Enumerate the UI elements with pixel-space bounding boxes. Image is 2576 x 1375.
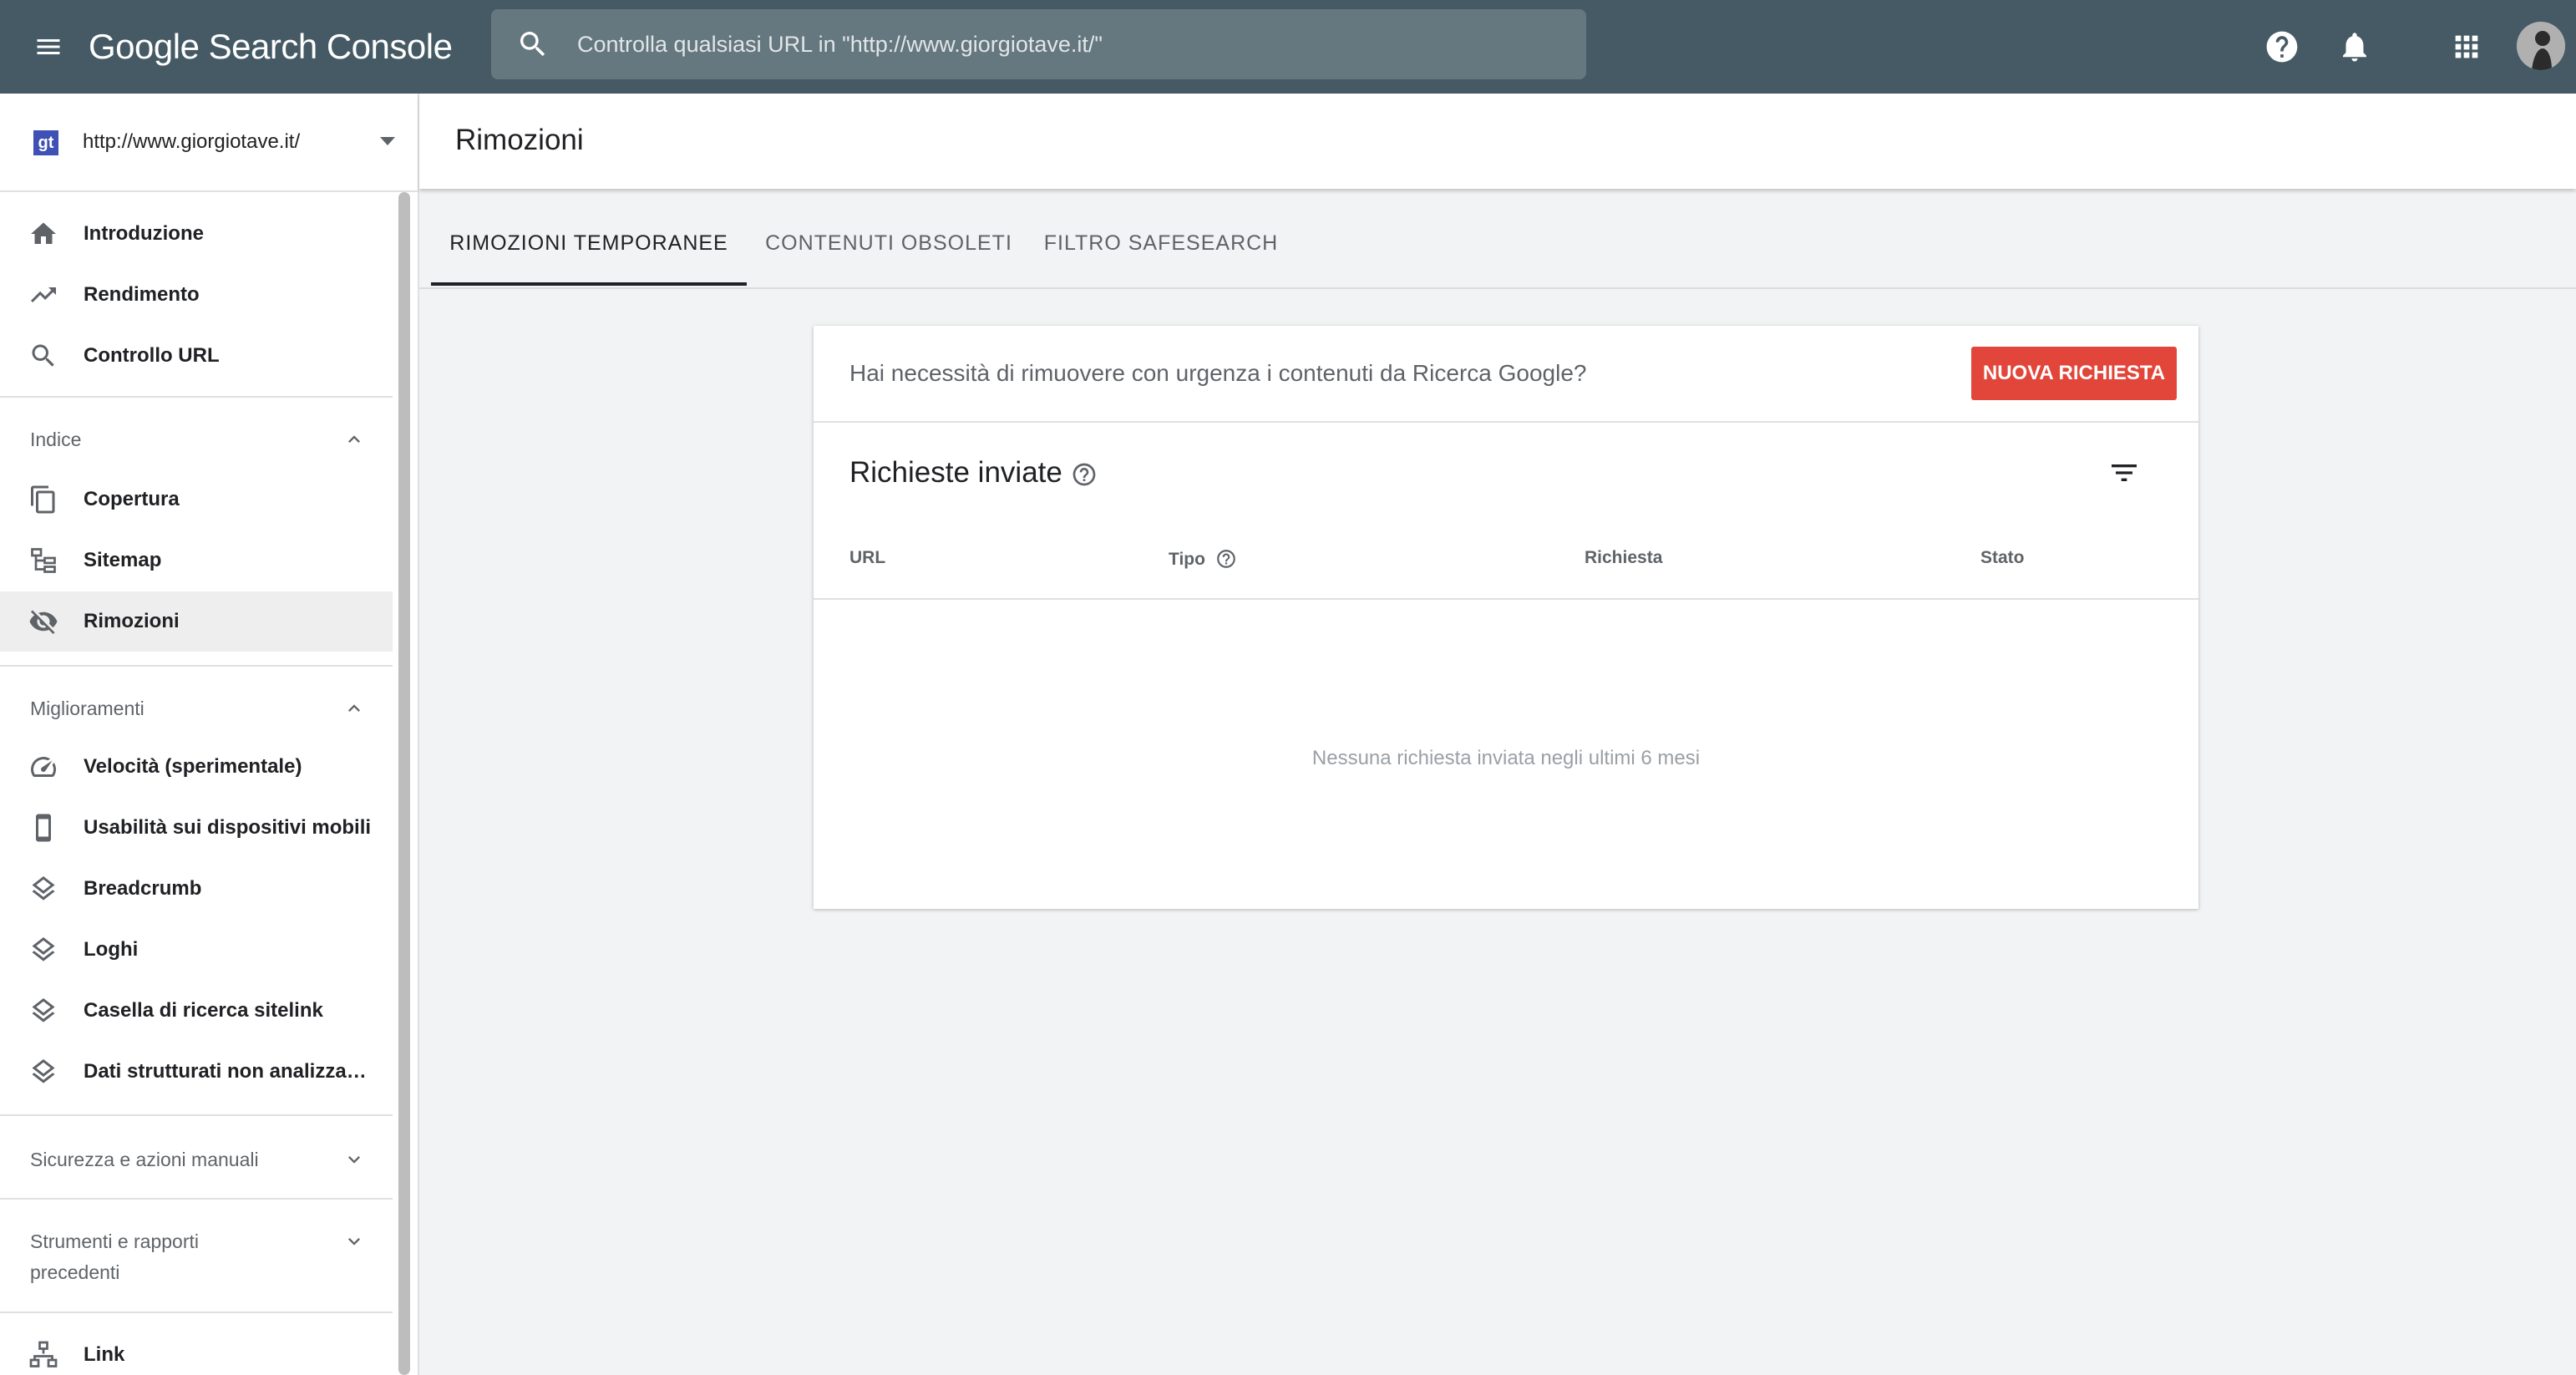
- layers-icon: [32, 998, 55, 1022]
- chevron-up-icon: [348, 435, 360, 443]
- sidebar-item-velocita[interactable]: Velocità (sperimentale): [0, 737, 393, 797]
- layers-icon: [32, 937, 55, 961]
- tab-bar: RIMOZIONI TEMPORANEE CONTENUTI OBSOLETI …: [419, 194, 2576, 289]
- eye-off-icon: [29, 610, 58, 634]
- help-icon[interactable]: [2260, 25, 2304, 68]
- tab-contenuti-obsoleti[interactable]: CONTENUTI OBSOLETI: [757, 194, 1021, 286]
- sidebar: gt http://www.giorgiotave.it/ Introduzio…: [0, 94, 419, 1375]
- column-header-tipo[interactable]: Tipo: [1169, 548, 1237, 570]
- sidebar-item-link[interactable]: Link: [0, 1325, 393, 1375]
- column-header-label: Tipo: [1169, 550, 1205, 569]
- sidebar-item-label: Introduzione: [84, 222, 204, 245]
- tab-filtro-safesearch[interactable]: FILTRO SAFESEARCH: [1037, 194, 1285, 286]
- section-title: Indice: [30, 429, 82, 450]
- property-url: http://www.giorgiotave.it/: [83, 130, 301, 153]
- search-input[interactable]: [577, 9, 1563, 79]
- notifications-bell-icon[interactable]: [2333, 25, 2376, 68]
- sidebar-item-label: Velocità (sperimentale): [84, 755, 302, 778]
- sidebar-item-introduzione[interactable]: Introduzione: [0, 204, 393, 264]
- urgent-removal-question: Hai necessità di rimuovere con urgenza i…: [849, 360, 1587, 386]
- chevron-up-icon: [348, 704, 360, 712]
- apps-grid-icon[interactable]: [2445, 25, 2488, 68]
- tab-rimozioni-temporanee[interactable]: RIMOZIONI TEMPORANEE: [431, 194, 747, 286]
- sidebar-item-breadcrumb[interactable]: Breadcrumb: [0, 859, 393, 919]
- layers-icon: [32, 1059, 55, 1083]
- sidebar-scrollbar[interactable]: [398, 192, 410, 1375]
- divider: [0, 396, 393, 398]
- divider: [0, 1198, 393, 1200]
- top-app-bar: Google Search Console: [0, 0, 2576, 94]
- sidebar-item-label: Sitemap: [84, 549, 162, 571]
- chevron-down-icon: [348, 1238, 360, 1246]
- divider: [0, 1312, 393, 1313]
- url-inspection-search[interactable]: [491, 9, 1586, 79]
- sidebar-item-loghi[interactable]: Loghi: [0, 920, 393, 980]
- sidebar-item-label: Copertura: [84, 488, 180, 510]
- help-outline-icon[interactable]: [1215, 548, 1237, 570]
- hamburger-menu-icon[interactable]: [25, 23, 72, 70]
- property-selector[interactable]: gt http://www.giorgiotave.it/: [0, 94, 418, 192]
- speed-icon: [31, 757, 56, 777]
- sidebar-item-controllo-url[interactable]: Controllo URL: [0, 326, 393, 386]
- sidebar-item-casella-ricerca-sitelink[interactable]: Casella di ricerca sitelink: [0, 981, 393, 1041]
- card-title: Richieste inviate: [849, 456, 1098, 490]
- sidebar-item-label: Controllo URL: [84, 344, 220, 367]
- section-header-miglioramenti[interactable]: Miglioramenti: [0, 688, 393, 730]
- new-request-button[interactable]: NUOVA RICHIESTA: [1971, 347, 2177, 400]
- column-header-url[interactable]: URL: [849, 548, 885, 568]
- sidebar-item-label: Loghi: [84, 938, 139, 961]
- sidebar-item-label: Link: [84, 1343, 125, 1366]
- divider: [0, 1114, 393, 1116]
- sidebar-item-copertura[interactable]: Copertura: [0, 469, 393, 530]
- property-favicon: gt: [33, 130, 58, 155]
- help-outline-icon[interactable]: [1071, 461, 1098, 488]
- sidebar-item-label: Rendimento: [84, 283, 200, 306]
- sidebar-item-rimozioni[interactable]: Rimozioni: [0, 591, 393, 652]
- trending-up-icon: [31, 287, 56, 302]
- section-title: Sicurezza e azioni manuali: [30, 1149, 259, 1170]
- urgent-removal-banner: Hai necessità di rimuovere con urgenza i…: [814, 326, 2198, 423]
- card-title-text: Richieste inviate: [849, 456, 1062, 489]
- sidebar-item-label: Usabilità sui dispositivi mobili: [84, 816, 372, 839]
- sidebar-item-usabilita-mobile[interactable]: Usabilità sui dispositivi mobili: [0, 798, 393, 858]
- section-header-sicurezza[interactable]: Sicurezza e azioni manuali: [0, 1139, 393, 1181]
- search-icon: [520, 32, 545, 57]
- app-title[interactable]: Google Search Console: [89, 22, 453, 72]
- section-header-strumenti[interactable]: Strumenti e rapporti precedenti: [0, 1221, 393, 1288]
- sidebar-item-label: Rimozioni: [84, 610, 180, 632]
- sitemap-icon: [31, 548, 56, 573]
- chevron-down-icon: [348, 1156, 360, 1164]
- sidebar-item-label: Dati strutturati non analizza…: [84, 1060, 367, 1083]
- home-icon: [31, 222, 56, 244]
- sidebar-item-sitemap[interactable]: Sitemap: [0, 530, 393, 591]
- section-header-indice[interactable]: Indice: [0, 419, 393, 461]
- account-avatar[interactable]: [2517, 22, 2565, 70]
- section-title-line2: precedenti: [30, 1261, 120, 1283]
- sidebar-item-dati-strutturati[interactable]: Dati strutturati non analizza…: [0, 1042, 393, 1102]
- empty-state-message: Nessuna richiesta inviata negli ultimi 6…: [1311, 747, 1701, 769]
- filter-icon[interactable]: [2102, 451, 2146, 495]
- copy-icon: [31, 485, 55, 514]
- sidebar-item-label: Casella di ricerca sitelink: [84, 999, 323, 1022]
- removals-card: Hai necessità di rimuovere con urgenza i…: [814, 326, 2198, 909]
- column-header-richiesta[interactable]: Richiesta: [1585, 548, 1662, 568]
- page-header: Rimozioni: [419, 94, 2576, 189]
- column-header-stato[interactable]: Stato: [1980, 548, 2025, 568]
- sidebar-item-rendimento[interactable]: Rendimento: [0, 265, 393, 325]
- smartphone-icon: [36, 814, 51, 842]
- section-title-line1: Strumenti e rapporti: [30, 1230, 199, 1252]
- dropdown-caret-icon: [380, 137, 395, 145]
- link-tree-icon: [29, 1341, 58, 1367]
- table-header: URL Tipo Richiesta Stato: [814, 526, 2198, 600]
- layers-icon: [32, 876, 55, 901]
- search-icon: [32, 344, 54, 367]
- divider: [0, 665, 393, 667]
- sidebar-item-label: Breadcrumb: [84, 877, 202, 900]
- section-title: Miglioramenti: [30, 698, 145, 719]
- page-title: Rimozioni: [455, 124, 584, 156]
